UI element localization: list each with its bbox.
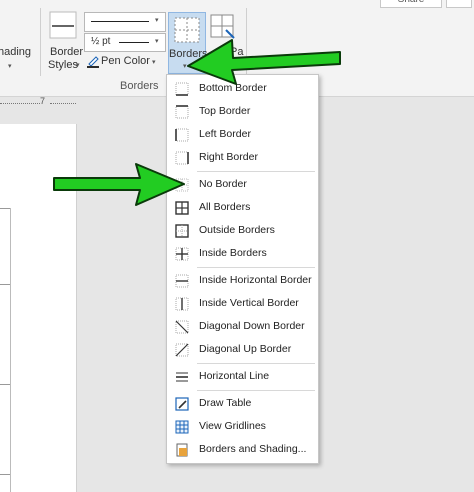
green-arrow-icon [53, 163, 185, 206]
annotation-overlay [53, 39, 341, 206]
green-arrow-icon [187, 39, 341, 85]
